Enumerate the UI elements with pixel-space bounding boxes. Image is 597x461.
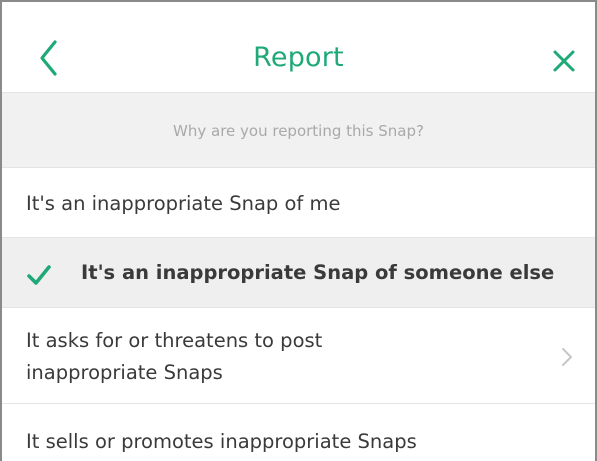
option-label-line1: It asks for or threatens to post [26, 329, 323, 352]
checkmark-icon [27, 265, 51, 285]
option-sells-or-promotes[interactable]: It sells or promotes inappropriate Snaps [2, 404, 595, 461]
option-label-line2: inappropriate Snaps [26, 361, 223, 384]
chevron-right-icon [562, 348, 572, 366]
report-screen: Report Why are you reporting this Snap? … [0, 0, 597, 461]
option-snap-of-me[interactable]: It's an inappropriate Snap of me [2, 168, 595, 238]
option-label: It sells or promotes inappropriate Snaps [26, 430, 417, 453]
option-label: It's an inappropriate Snap of someone el… [81, 261, 555, 284]
page-title: Report [253, 42, 344, 73]
close-button[interactable] [551, 48, 577, 74]
header-bar: Report [2, 2, 595, 93]
close-icon [553, 50, 575, 72]
option-label: It's an inappropriate Snap of me [26, 192, 341, 215]
option-snap-of-someone-else[interactable]: It's an inappropriate Snap of someone el… [2, 238, 595, 308]
report-prompt: Why are you reporting this Snap? [2, 93, 595, 168]
option-threatens-to-post[interactable]: It asks for or threatens to post inappro… [2, 308, 595, 404]
